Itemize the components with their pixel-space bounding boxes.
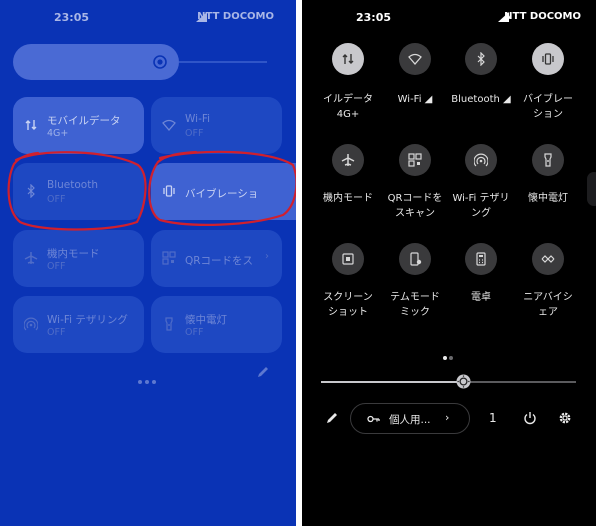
wifi-icon [408, 53, 422, 65]
light-quick-settings-panel: 23:05 NTT DOCOMO モバイルデータ 4G+ Wi-Fi OFF B… [0, 0, 296, 526]
flashlight-icon [544, 153, 552, 167]
qr-code-icon [408, 153, 422, 167]
profile-label: 個人用... [389, 414, 431, 426]
tile-label-vibrate: バイブレー ション [523, 94, 573, 120]
tile-label-mobile-data: イルデータ 4G+ [323, 94, 373, 120]
tile-mobile-data[interactable] [332, 43, 364, 75]
vibrate-highlight-circle [148, 150, 296, 226]
brightness-slider-fill[interactable] [321, 381, 464, 383]
tile-hotspot[interactable] [465, 144, 497, 176]
bluetooth-highlight-circle [7, 151, 147, 231]
tile-label-qr-code: QRコードを スキャン [387, 193, 443, 219]
user-count[interactable]: 1 [489, 411, 497, 425]
airplane-icon [341, 154, 355, 166]
tile-nearby-share[interactable] [532, 243, 564, 275]
nearby-share-icon [541, 255, 555, 263]
page-dot [449, 356, 453, 360]
screenshot-icon [342, 253, 354, 265]
bluetooth-icon [477, 52, 485, 66]
tile-dark-mode[interactable] [399, 243, 431, 275]
key-icon [367, 415, 380, 423]
tile-label-flashlight: 懐中電灯 [528, 193, 568, 204]
tile-label-airplane: 機内モード [323, 193, 373, 204]
brightness-slider-track[interactable] [464, 381, 576, 383]
tile-label-wifi: Wi-Fi ◢ [397, 94, 433, 105]
tile-flashlight[interactable] [532, 144, 564, 176]
pencil-icon[interactable] [326, 412, 338, 424]
tile-label-nearby-share: ニアバイシ ェア [523, 292, 573, 318]
hotspot-icon [474, 153, 488, 167]
tile-airplane[interactable] [332, 144, 364, 176]
status-time: 23:05 [356, 11, 392, 24]
page-indicator [443, 345, 455, 364]
tile-wifi[interactable] [399, 43, 431, 75]
gear-icon[interactable] [558, 411, 572, 425]
vibrate-icon [542, 53, 554, 65]
calculator-icon [476, 252, 486, 266]
mobile-data-icon [342, 54, 354, 64]
tile-label-screenshot: スクリーン ショット [323, 292, 373, 318]
tile-calculator[interactable] [465, 243, 497, 275]
chevron-right-icon: › [445, 411, 450, 424]
brightness-icon[interactable] [456, 374, 471, 389]
tile-bluetooth[interactable] [465, 43, 497, 75]
tile-label-calculator: 電卓 [471, 292, 491, 303]
dark-quick-settings-panel: 23:05 NTT DOCOMO イルデータ 4G+ Wi-Fi ◢ Blueto… [302, 0, 596, 526]
edge-panel-handle[interactable] [587, 172, 596, 206]
hand-drawn-highlight-marks [7, 150, 296, 231]
dark-mode-icon [410, 252, 422, 266]
tile-qr-code[interactable] [399, 144, 431, 176]
power-icon[interactable] [523, 411, 537, 425]
status-carrier: NTT DOCOMO [504, 11, 581, 22]
tile-label-hotspot: Wi-Fi テザリ ング [452, 193, 510, 219]
tile-screenshot[interactable] [332, 243, 364, 275]
tile-label-dark-mode: テムモード ミック [390, 292, 440, 318]
tile-label-bluetooth: Bluetooth ◢ [451, 94, 511, 105]
tile-vibrate[interactable] [532, 43, 564, 75]
profile-button[interactable]: 個人用... › [350, 403, 470, 434]
page-dot-active [443, 356, 447, 360]
